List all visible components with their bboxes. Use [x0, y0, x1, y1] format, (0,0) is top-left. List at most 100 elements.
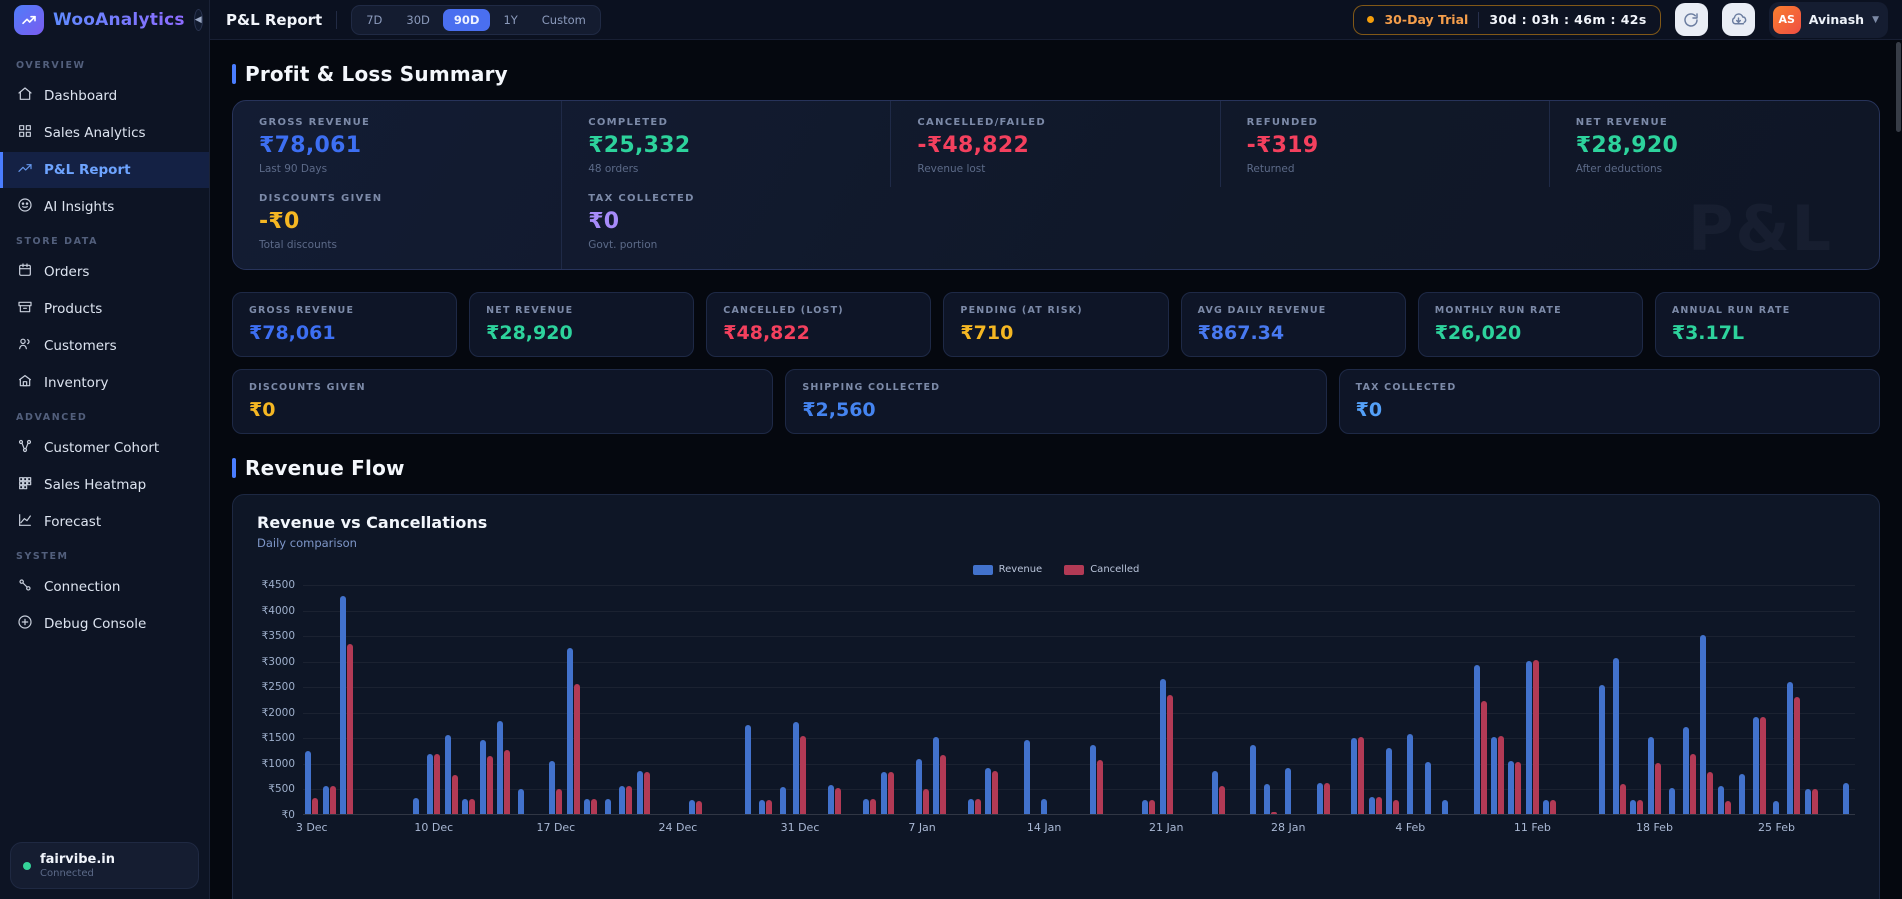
bar-group: [530, 585, 547, 814]
bar-group: [1785, 585, 1802, 814]
revenue-bar: [1250, 745, 1256, 814]
bot-icon: [17, 197, 33, 217]
range-pill-custom[interactable]: Custom: [531, 9, 597, 31]
x-axis-tick: 21 Jan: [1149, 821, 1183, 834]
date-range-selector: 7D30D90D1YCustom: [351, 5, 601, 35]
bar-group: [1035, 585, 1052, 814]
sidebar-item-connection[interactable]: Connection: [0, 569, 209, 605]
cancelled-bar: [434, 754, 440, 814]
sidebar-item-label: Sales Analytics: [44, 125, 146, 141]
section-accent: [232, 64, 236, 84]
revenue-flow-section-header: Revenue Flow: [232, 456, 1880, 480]
bar-group: [1123, 585, 1140, 814]
revenue-bar: [1700, 635, 1706, 814]
cancelled-bar: [1812, 789, 1818, 814]
scrollbar-thumb[interactable]: [1896, 42, 1901, 132]
revenue-bar: [1739, 774, 1745, 814]
summary-metric-discounts-given: DISCOUNTS GIVEN -₹0 Total discounts: [233, 187, 562, 269]
sidebar-item-dashboard[interactable]: Dashboard: [0, 78, 209, 114]
summary-metric-refunded: REFUNDED -₹319 Returned: [1221, 101, 1550, 187]
x-axis-tick: 3 Dec: [296, 821, 328, 834]
metric-value: ₹28,920: [1576, 133, 1853, 158]
user-menu[interactable]: AS Avinash ▼: [1769, 2, 1888, 38]
summary-metric-completed: COMPLETED ₹25,332 48 orders: [562, 101, 891, 187]
sidebar-item-ai-insights[interactable]: AI Insights: [0, 189, 209, 225]
legend-swatch: [1064, 565, 1084, 575]
kpi-value: ₹0: [1356, 399, 1863, 421]
sidebar-item-label: Orders: [44, 264, 89, 280]
revenue-bar: [1024, 740, 1030, 814]
x-axis-tick: 17 Dec: [536, 821, 575, 834]
kpi-card-monthly-run-rate: MONTHLY RUN RATE ₹26,020: [1418, 292, 1643, 357]
bar-group: [791, 585, 808, 814]
bar-group: [704, 585, 721, 814]
range-pill-1y[interactable]: 1Y: [492, 9, 528, 31]
x-axis-tick: 31 Dec: [781, 821, 820, 834]
bar-group: [826, 585, 843, 814]
cancelled-bar: [1376, 797, 1382, 814]
revenue-bar: [323, 786, 329, 814]
bar-group: [373, 585, 390, 814]
kpi-label: AVG DAILY REVENUE: [1198, 305, 1389, 316]
store-connection-card[interactable]: fairvibe.in Connected: [10, 842, 199, 889]
sidebar-item-products[interactable]: Products: [0, 291, 209, 327]
cancelled-bar: [1794, 697, 1800, 814]
revenue-bar: [549, 761, 555, 814]
bar-group: [1471, 585, 1488, 814]
cancelled-bar: [1533, 660, 1539, 814]
legend-item-cancelled[interactable]: Cancelled: [1064, 564, 1139, 575]
bar-group: [739, 585, 756, 814]
topbar-divider: [336, 11, 337, 29]
x-axis-tick: 24 Dec: [659, 821, 698, 834]
kpi-value: ₹710: [960, 322, 1151, 344]
sidebar-item-customer-cohort[interactable]: Customer Cohort: [0, 430, 209, 466]
sidebar-item-orders[interactable]: Orders: [0, 254, 209, 290]
range-pill-90d[interactable]: 90D: [443, 9, 491, 31]
bar-group: [722, 585, 739, 814]
revenue-bar: [1317, 783, 1323, 814]
sidebar-item-sales-heatmap[interactable]: Sales Heatmap: [0, 467, 209, 503]
bar-group: [652, 585, 669, 814]
legend-item-revenue[interactable]: Revenue: [973, 564, 1043, 575]
y-axis-tick: ₹2000: [262, 707, 295, 719]
sidebar-item-inventory[interactable]: Inventory: [0, 365, 209, 401]
scrollbar[interactable]: [1896, 42, 1901, 897]
cloud-download-icon: [1730, 11, 1747, 28]
summary-metric-cancelled-failed: CANCELLED/FAILED -₹48,822 Revenue lost: [891, 101, 1220, 187]
cancelled-bar: [1271, 812, 1277, 814]
pl-summary-panel: GROSS REVENUE ₹78,061 Last 90 DaysCOMPLE…: [232, 100, 1880, 270]
cancelled-bar: [1690, 754, 1696, 814]
kpi-card-shipping-collected: SHIPPING COLLECTED ₹2,560: [785, 369, 1326, 434]
bar-group: [303, 585, 320, 814]
refresh-button[interactable]: [1675, 3, 1708, 36]
y-axis-tick: ₹4500: [262, 579, 295, 591]
revenue-bar: [1543, 800, 1549, 814]
range-pill-7d[interactable]: 7D: [355, 9, 393, 31]
sidebar-item-customers[interactable]: Customers: [0, 328, 209, 364]
legend-swatch: [973, 565, 993, 575]
bar-group: [1489, 585, 1506, 814]
sync-download-button[interactable]: [1722, 3, 1755, 36]
revenue-bar: [340, 596, 346, 814]
revenue-bar: [1630, 800, 1636, 814]
kpi-value: ₹78,061: [249, 322, 440, 344]
bar-group: [844, 585, 861, 814]
revenue-bar: [1351, 738, 1357, 814]
trend-icon: [17, 160, 33, 180]
x-axis-tick: 11 Feb: [1514, 821, 1551, 834]
revenue-bar: [305, 751, 311, 814]
bar-group: [565, 585, 582, 814]
revenue-bar: [1041, 799, 1047, 814]
sidebar-collapse-button[interactable]: ◀: [194, 9, 203, 31]
sidebar-item-debug-console[interactable]: Debug Console: [0, 606, 209, 642]
cancelled-bar: [1707, 772, 1713, 814]
sidebar-item-p-l-report[interactable]: P&L Report: [0, 152, 209, 188]
sidebar-item-forecast[interactable]: Forecast: [0, 504, 209, 540]
store-icon: [17, 373, 33, 393]
kpi-card-tax-collected: TAX COLLECTED ₹0: [1339, 369, 1880, 434]
cancelled-bar: [347, 644, 353, 814]
metric-label: REFUNDED: [1247, 117, 1523, 128]
sidebar-item-sales-analytics[interactable]: Sales Analytics: [0, 115, 209, 151]
range-pill-30d[interactable]: 30D: [395, 9, 441, 31]
user-name: Avinash: [1809, 12, 1864, 27]
